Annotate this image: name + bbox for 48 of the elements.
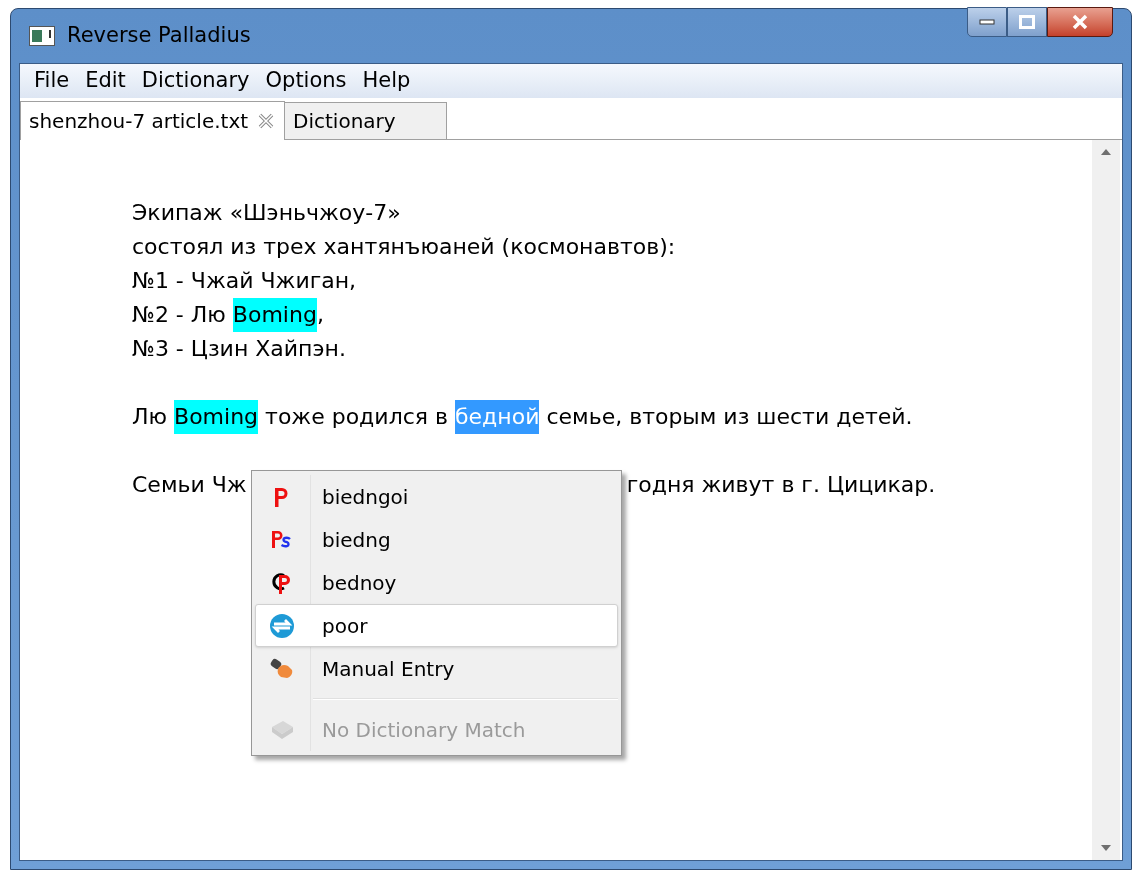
scroll-up-icon[interactable] xyxy=(1100,148,1112,156)
close-icon[interactable] xyxy=(258,113,275,129)
menu-item[interactable]: biedng xyxy=(255,518,618,561)
close-icon xyxy=(1071,14,1089,30)
app-icon xyxy=(29,26,55,46)
menu-item[interactable]: bednoy xyxy=(255,561,618,604)
scrollbar[interactable] xyxy=(1092,140,1120,860)
highlighted-word: Boming xyxy=(232,298,317,332)
tab[interactable]: shenzhou-7 article.txt xyxy=(20,101,286,140)
text-run: №1 - Чжай Чжиган, xyxy=(132,267,357,295)
menu-item[interactable]: File xyxy=(26,65,78,97)
hand-icon xyxy=(269,656,295,681)
text-run: состоял из трех хантянъюаней (космонавтов): xyxy=(132,233,676,261)
menu-item-label: Manual Entry xyxy=(322,655,455,683)
menu-item[interactable]: Edit xyxy=(77,65,134,97)
tab-label: Dictionary xyxy=(293,108,397,135)
menu-item[interactable]: poor xyxy=(255,604,618,647)
selected-word: бедной xyxy=(455,400,540,434)
minimize-button[interactable] xyxy=(967,7,1007,37)
text-run: Семьи Чж xyxy=(132,471,247,499)
scroll-down-icon[interactable] xyxy=(1100,844,1112,852)
maximize-button[interactable] xyxy=(1007,7,1047,37)
text-run: семье, вторым из шести детей. xyxy=(545,403,913,431)
menu-item[interactable]: Dictionary xyxy=(133,65,258,97)
text-run: , xyxy=(316,301,324,329)
menu-item-label: biedngoi xyxy=(322,483,409,511)
menu-item[interactable]: Options xyxy=(257,65,355,97)
text-run: №3 - Цзин Хайпэн. xyxy=(132,335,346,363)
menu-item[interactable]: biedngoi xyxy=(255,475,618,518)
menu-item[interactable]: Manual Entry xyxy=(255,647,618,690)
window-title: Reverse Palladius xyxy=(67,22,251,50)
text-run: Лю xyxy=(132,403,169,431)
maximize-icon xyxy=(1019,15,1035,29)
text-run: годня живут в г. Цицикар. xyxy=(626,471,936,499)
tab-label: shenzhou-7 article.txt xyxy=(29,108,249,135)
close-button[interactable] xyxy=(1047,7,1113,37)
text-run: №2 - Лю xyxy=(132,301,227,329)
sync-icon xyxy=(269,612,295,639)
text-run: тоже родился в xyxy=(264,403,449,431)
menu-item-label: poor xyxy=(322,612,368,640)
menu-item-label: bednoy xyxy=(322,569,397,597)
minimize-icon xyxy=(979,19,995,25)
highlighted-word: Boming xyxy=(174,400,259,434)
menu-item[interactable]: Help xyxy=(354,65,419,97)
menu-item-label: biedng xyxy=(322,526,391,554)
text-run: Экипаж «Шэньчжоу-7» xyxy=(132,199,401,227)
tab[interactable]: Dictionary xyxy=(285,102,447,139)
menu-item-label: No Dictionary Match xyxy=(322,716,526,744)
